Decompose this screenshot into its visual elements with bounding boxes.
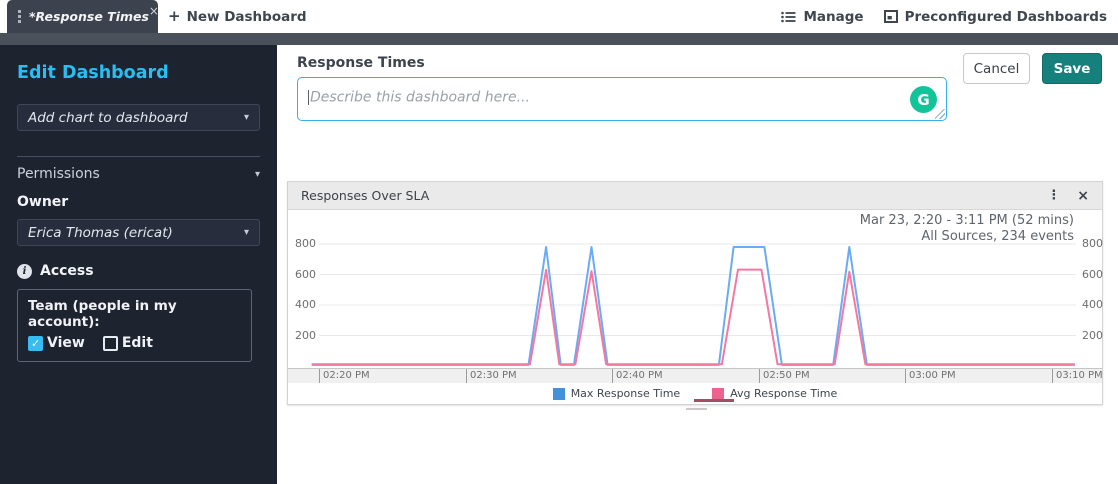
team-checkbox-row: View Edit <box>28 335 241 351</box>
chevron-down-icon: ▾ <box>243 227 249 238</box>
chart-panel-header[interactable]: Responses Over SLA ⋮ × <box>288 182 1102 210</box>
y-axis-tick-label: 400 <box>295 298 316 311</box>
text-cursor <box>308 90 309 105</box>
y-axis-tick-label: 200 <box>295 329 316 342</box>
kebab-menu-icon[interactable]: ⋮ <box>1047 188 1060 203</box>
y-axis-tick-label: 800 <box>1082 237 1103 250</box>
sidebar-divider <box>17 156 260 157</box>
x-axis-tick-label: 03:10 PM <box>1056 370 1102 381</box>
line-chart-plot[interactable] <box>311 216 1076 367</box>
plus-icon: + <box>168 7 181 25</box>
tab-label: *Response Times <box>29 9 149 24</box>
owner-dropdown-value: Erica Thomas (ericat) <box>28 224 173 241</box>
preconfigured-dashboards-label: Preconfigured Dashboards <box>904 8 1107 25</box>
view-checkbox[interactable] <box>28 335 43 351</box>
x-axis-band[interactable]: 02:20 PM 02:30 PM 02:40 PM 02:50 PM 03:00 PM… <box>288 368 1102 383</box>
y-axis-right: 200 400 600 800 <box>1078 182 1112 372</box>
x-axis-tick-label: 02:50 PM <box>763 370 810 381</box>
edit-checkbox[interactable] <box>102 335 118 351</box>
tab-close-icon[interactable]: × <box>149 5 159 17</box>
permissions-section-toggle[interactable]: Permissions ▾ <box>17 166 260 182</box>
grammarly-icon[interactable]: G <box>910 86 937 113</box>
y-axis-tick-label: 800 <box>295 237 316 250</box>
y-axis-tick-label: 600 <box>1082 268 1103 281</box>
new-dashboard-button[interactable]: + New Dashboard <box>168 0 307 33</box>
team-label: Team (people in my account): <box>28 298 177 330</box>
chart-scroll-indicator[interactable] <box>694 399 734 402</box>
y-axis-tick-label: 600 <box>295 268 316 281</box>
chevron-down-icon: ▾ <box>254 168 260 180</box>
access-label: Access <box>40 263 94 279</box>
view-checkbox-pair[interactable]: View <box>28 335 85 351</box>
toolbar-strip <box>0 33 1118 45</box>
access-section: i Access <box>17 263 260 279</box>
cancel-button[interactable]: Cancel <box>963 53 1030 84</box>
description-placeholder: Describe this dashboard here... <box>310 89 530 106</box>
x-axis-tick <box>466 369 467 383</box>
x-axis-tick <box>319 369 320 383</box>
edit-dashboard-sidebar: Edit Dashboard Add chart to dashboard ▾ … <box>0 45 277 484</box>
team-permissions-box: Team (people in my account): View Edit <box>17 289 252 362</box>
info-icon: i <box>17 263 32 279</box>
manage-label: Manage <box>803 8 864 25</box>
dashboard-title: Response Times <box>297 55 425 71</box>
y-axis-tick-label: 200 <box>1082 329 1103 342</box>
sidebar-title: Edit Dashboard <box>17 63 169 83</box>
x-axis-tick-label: 02:40 PM <box>616 370 663 381</box>
tab-grip-icon[interactable] <box>18 10 21 23</box>
legend-label: Max Response Time <box>570 387 681 400</box>
x-axis-tick-label: 03:00 PM <box>909 370 956 381</box>
save-button[interactable]: Save <box>1042 53 1102 84</box>
owner-dropdown[interactable]: Erica Thomas (ericat) ▾ <box>17 219 260 246</box>
x-axis-tick-label: 02:30 PM <box>470 370 517 381</box>
chart-panel: Responses Over SLA ⋮ × Mar 23, 2:20 - 3:… <box>287 181 1103 405</box>
x-axis-tick <box>1052 369 1053 383</box>
x-axis-tick-label: 02:20 PM <box>323 370 370 381</box>
add-chart-dropdown-value: Add chart to dashboard <box>28 109 188 126</box>
y-axis-left: 200 400 600 800 <box>288 182 316 372</box>
edit-checkbox-pair[interactable]: Edit <box>102 335 153 351</box>
topbar-actions: Manage Preconfigured Dashboards <box>781 0 1107 33</box>
x-axis-tick <box>759 369 760 383</box>
add-chart-dropdown[interactable]: Add chart to dashboard ▾ <box>17 104 260 131</box>
x-axis-tick <box>905 369 906 383</box>
dashboard-tab[interactable]: *Response Times × <box>7 0 159 33</box>
description-input[interactable]: Describe this dashboard here... G <box>297 77 947 121</box>
y-axis-tick-label: 400 <box>1082 298 1103 311</box>
legend-swatch <box>712 387 725 400</box>
textarea-resize-handle[interactable] <box>935 109 945 119</box>
legend-label: Avg Response Time <box>730 387 838 400</box>
chevron-down-icon: ▾ <box>243 112 249 123</box>
dashboard-window-icon <box>883 10 898 23</box>
panel-resize-handle[interactable] <box>686 408 707 410</box>
view-checkbox-label: View <box>47 335 85 351</box>
legend-swatch <box>552 387 565 400</box>
preconfigured-dashboards-button[interactable]: Preconfigured Dashboards <box>883 8 1107 25</box>
top-navigation-bar: *Response Times × + New Dashboard Manage… <box>0 0 1118 33</box>
owner-label: Owner <box>17 194 69 210</box>
legend-item: Max Response Time <box>552 387 681 400</box>
permissions-label: Permissions <box>17 166 100 182</box>
list-icon <box>781 11 796 22</box>
x-axis-tick <box>612 369 613 383</box>
manage-button[interactable]: Manage <box>781 8 864 25</box>
chart-panel-title: Responses Over SLA <box>301 188 430 203</box>
new-dashboard-label: New Dashboard <box>186 8 307 25</box>
edit-checkbox-label: Edit <box>121 335 153 351</box>
